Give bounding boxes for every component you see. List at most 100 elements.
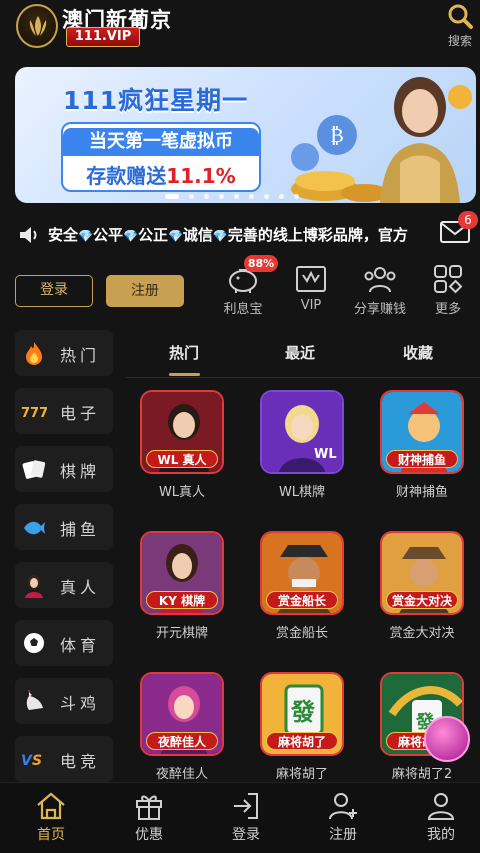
- brand-vip-badge: 111.VIP: [66, 27, 140, 47]
- announcement-text: 安全💎公平💎公正💎诚信💎完善的线上博彩品牌，官方: [48, 226, 408, 244]
- share-people-icon: [364, 267, 396, 293]
- game-thumbnail: 發 麻将胡了: [260, 672, 344, 756]
- svg-text:S: S: [32, 753, 42, 769]
- quick-link-label: 更多: [434, 302, 461, 317]
- search-label: 搜索: [447, 34, 472, 48]
- pagination-dot[interactable]: [249, 194, 254, 199]
- category-hot[interactable]: 热门: [15, 330, 113, 376]
- tab-hot[interactable]: 热门: [169, 342, 199, 363]
- nav-home[interactable]: 首页: [3, 791, 99, 851]
- pagination-dot[interactable]: [279, 194, 284, 199]
- mail-badge: 6: [458, 211, 478, 229]
- game-tag: 麻将胡了: [266, 732, 338, 750]
- category-sports[interactable]: 体育: [15, 620, 113, 666]
- nav-promotions[interactable]: 优惠: [101, 791, 197, 851]
- banner-pagination: [165, 192, 325, 200]
- home-icon: [37, 792, 65, 820]
- pagination-dot[interactable]: [189, 194, 194, 199]
- game-card[interactable]: WL 真人 WL真人: [127, 390, 227, 510]
- game-thumbnail: WL 真人: [140, 390, 224, 474]
- quick-link-more[interactable]: 更多: [408, 264, 480, 324]
- nav-label: 我的: [427, 827, 455, 843]
- pagination-dot[interactable]: [204, 194, 209, 199]
- banner-line-2: 存款赠送11.1%: [86, 164, 236, 188]
- nav-label: 首页: [37, 827, 65, 843]
- nav-label: 注册: [329, 827, 357, 843]
- profile-icon: [427, 793, 455, 820]
- diamond-icon: 💎: [78, 229, 93, 243]
- game-thumbnail: 夜醉佳人: [140, 672, 224, 756]
- svg-text:777: 777: [21, 406, 47, 421]
- svg-text:WL: WL: [314, 447, 337, 462]
- announcement-bar[interactable]: 安全💎公平💎公正💎诚信💎完善的线上博彩品牌，官方: [0, 216, 480, 252]
- fish-icon: [24, 521, 45, 535]
- game-name: 开元棋牌: [155, 626, 208, 641]
- game-tag: 赏金大对决: [386, 591, 458, 609]
- register-button[interactable]: 注册: [106, 275, 184, 307]
- category-label: 捕鱼: [60, 520, 101, 539]
- promo-banner[interactable]: 111疯狂星期一 当天第一笔虚拟币 存款赠送11.1% ₿: [15, 67, 476, 203]
- nav-login[interactable]: 登录: [198, 791, 294, 851]
- live-dealer-icon: [25, 575, 43, 598]
- game-tag: 夜醉佳人: [146, 732, 218, 750]
- banner-headline: 111疯狂星期一: [63, 86, 249, 115]
- nav-register[interactable]: 注册: [295, 791, 391, 851]
- game-tag: WL 真人: [146, 450, 218, 468]
- game-name: 赏金大对决: [389, 626, 455, 641]
- cards-icon: [22, 460, 46, 479]
- tab-active-indicator: [169, 373, 200, 376]
- category-esports[interactable]: VS 电竞: [15, 736, 113, 782]
- search-icon: [448, 4, 473, 29]
- login-button[interactable]: 登录: [15, 275, 93, 307]
- category-fishing[interactable]: 捕鱼: [15, 504, 113, 550]
- quick-link-label: VIP: [300, 298, 322, 313]
- game-card[interactable]: KY 棋牌 开元棋牌: [127, 531, 227, 651]
- game-thumbnail: 财神捕鱼: [380, 390, 464, 474]
- add-user-icon: [329, 793, 357, 820]
- pagination-dot[interactable]: [294, 194, 299, 199]
- pagination-dot[interactable]: [219, 194, 224, 199]
- quick-link-vip[interactable]: VIP: [271, 264, 351, 324]
- gift-icon: [136, 795, 162, 820]
- category-label: 斗鸡: [60, 694, 101, 713]
- game-name: 麻将胡了: [275, 767, 328, 782]
- game-card[interactable]: WL WL棋牌: [247, 390, 347, 510]
- banner-model-image: [380, 77, 472, 203]
- category-slots[interactable]: 777 电子: [15, 388, 113, 434]
- tab-recent[interactable]: 最近: [285, 342, 315, 363]
- category-label: 电子: [60, 404, 101, 423]
- soccer-ball-icon: [24, 633, 44, 653]
- category-live[interactable]: 真人: [15, 562, 113, 608]
- nav-profile[interactable]: 我的: [393, 791, 480, 851]
- game-card[interactable]: 夜醉佳人 夜醉佳人: [127, 672, 227, 792]
- game-card[interactable]: 赏金船长 赏金船长: [247, 531, 347, 651]
- category-label: 热门: [60, 346, 101, 365]
- search-button[interactable]: 搜索: [440, 2, 480, 52]
- game-tag: 赏金船长: [266, 591, 338, 609]
- pagination-dot[interactable]: [234, 194, 239, 199]
- bottom-navigation: 首页 优惠 登录 注册 我的: [0, 782, 480, 853]
- pagination-dot[interactable]: [264, 194, 269, 199]
- category-cockfight[interactable]: 斗鸡: [15, 678, 113, 724]
- floating-promo-bubble[interactable]: [424, 716, 470, 762]
- game-card[interactable]: 财神捕鱼 财神捕鱼: [367, 390, 467, 510]
- game-thumbnail: KY 棋牌: [140, 531, 224, 615]
- category-label: 体育: [60, 636, 101, 655]
- tab-favorites[interactable]: 收藏: [403, 342, 433, 363]
- nav-label: 优惠: [135, 827, 163, 843]
- game-card[interactable]: 發 麻将胡了 麻将胡了: [247, 672, 347, 792]
- banner-offer-box: 当天第一笔虚拟币 存款赠送11.1%: [61, 122, 261, 192]
- category-sidebar: 热门 777 电子 棋牌 捕鱼 真人 体育 斗鸡 VS 电竞: [15, 330, 113, 782]
- category-cards[interactable]: 棋牌: [15, 446, 113, 492]
- game-name: 赏金船长: [275, 626, 328, 641]
- login-icon: [234, 793, 258, 819]
- diamond-icon: 💎: [167, 229, 183, 243]
- game-name: WL棋牌: [278, 485, 326, 500]
- pagination-dot[interactable]: [165, 194, 179, 199]
- vip-crown-icon: [296, 266, 326, 292]
- vs-esports-icon: VS: [21, 753, 42, 769]
- game-tag: KY 棋牌: [146, 591, 218, 609]
- game-card[interactable]: 赏金大对决 赏金大对决: [367, 531, 467, 651]
- game-thumbnail: 赏金船长: [260, 531, 344, 615]
- more-grid-icon: [434, 265, 463, 294]
